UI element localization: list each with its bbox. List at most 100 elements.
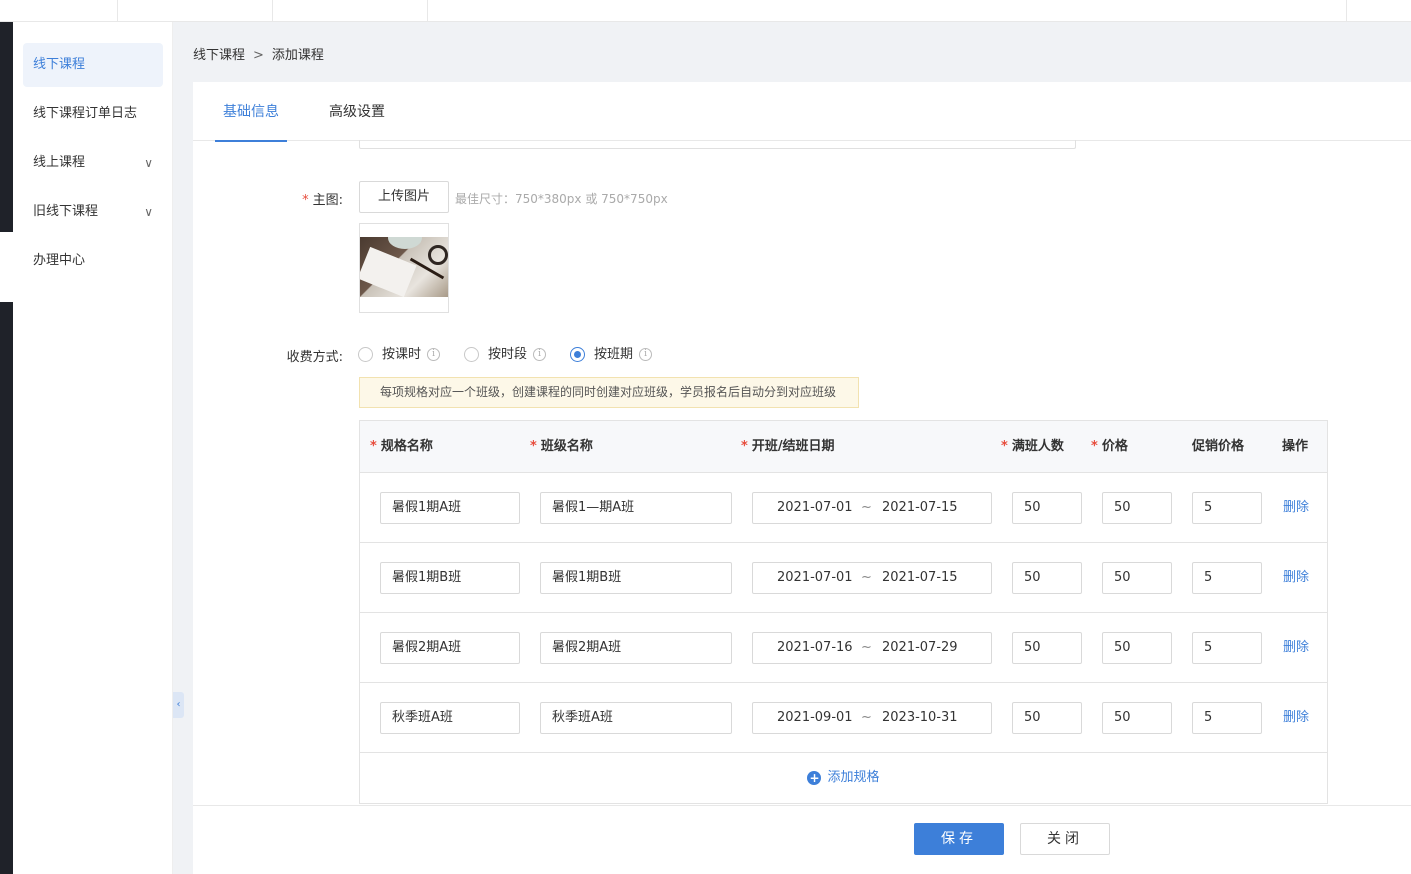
- radio-label: 按班期: [594, 347, 634, 362]
- header-dates: * 开班/结班日期: [741, 421, 835, 473]
- sidebar-item-service-center[interactable]: 办理中心: [23, 239, 163, 283]
- start-date: 2021-09-01: [777, 710, 853, 725]
- breadcrumb-current: 添加课程: [271, 48, 324, 63]
- delete-row-link[interactable]: 删除: [1283, 613, 1309, 683]
- radio-circle-checked: [570, 347, 585, 362]
- image-size-hint: 最佳尺寸：750*380px 或 750*750px: [455, 192, 668, 206]
- left-dark-strip: [0, 22, 13, 874]
- add-spec-row: + 添加规格: [360, 753, 1327, 803]
- table-row: 暑假1期B班 暑假1期B班 2021-07-01 ~ 2021-07-15 50…: [360, 543, 1327, 613]
- table-row: 暑假1期A班 暑假1—期A班 2021-07-01 ~ 2021-07-15 5…: [360, 473, 1327, 543]
- spec-name-input[interactable]: 暑假2期A班: [380, 632, 520, 664]
- main-image-label-text: 主图:: [312, 193, 343, 208]
- delete-row-link[interactable]: 删除: [1283, 543, 1309, 613]
- thumbnail-cup-shape: [388, 237, 422, 249]
- header-spec-name: * 规格名称: [370, 421, 433, 473]
- billing-notice: 每项规格对应一个班级，创建课程的同时创建对应班级，学员报名后自动分到对应班级: [359, 377, 859, 408]
- tab-advanced-settings[interactable]: 高级设置: [329, 82, 385, 141]
- promo-price-input[interactable]: 5: [1192, 702, 1262, 734]
- save-button[interactable]: 保存: [914, 823, 1004, 855]
- date-separator: ~: [861, 640, 872, 655]
- table-row: 暑假2期A班 暑假2期A班 2021-07-16 ~ 2021-07-29 50…: [360, 613, 1327, 683]
- date-separator: ~: [861, 570, 872, 585]
- spec-name-input[interactable]: 暑假1期B班: [380, 562, 520, 594]
- info-icon[interactable]: i: [533, 348, 547, 361]
- required-marker: *: [370, 439, 377, 454]
- spec-name-input[interactable]: 暑假1期A班: [380, 492, 520, 524]
- sidebar-item-offline-order-log[interactable]: 线下课程订单日志: [23, 92, 163, 136]
- date-range-picker[interactable]: 2021-07-16 ~ 2021-07-29: [752, 632, 992, 664]
- price-input[interactable]: 50: [1102, 492, 1172, 524]
- sidebar-item-online-courses[interactable]: 线上课程 ∨: [23, 141, 163, 185]
- delete-row-link[interactable]: 删除: [1283, 473, 1309, 543]
- add-spec-button[interactable]: + 添加规格: [807, 753, 880, 803]
- class-name-input[interactable]: 暑假2期A班: [540, 632, 732, 664]
- sidebar-item-label: 旧线下课程: [33, 204, 99, 219]
- spec-table-header: * 规格名称 * 班级名称 * 开班/结班日期 * 满班人数 * 价格 促销价格 操作: [360, 421, 1327, 473]
- header-text: 价格: [1101, 439, 1128, 454]
- radio-label: 按课时: [382, 347, 422, 362]
- sidebar-item-old-offline-courses[interactable]: 旧线下课程 ∨: [23, 190, 163, 234]
- sidebar-item-label: 线下课程: [33, 57, 86, 72]
- date-range-picker[interactable]: 2021-07-01 ~ 2021-07-15: [752, 492, 992, 524]
- header-text: 开班/结班日期: [751, 439, 835, 454]
- price-input[interactable]: 50: [1102, 562, 1172, 594]
- header-text: 满班人数: [1011, 439, 1064, 454]
- start-date: 2021-07-16: [777, 640, 853, 655]
- promo-price-input[interactable]: 5: [1192, 632, 1262, 664]
- date-separator: ~: [861, 500, 872, 515]
- spec-name-input[interactable]: 秋季班A班: [380, 702, 520, 734]
- capacity-input[interactable]: 50: [1012, 702, 1082, 734]
- add-spec-label: 添加规格: [827, 770, 880, 785]
- radio-per-period[interactable]: 按时段 i: [464, 345, 547, 365]
- price-input[interactable]: 50: [1102, 632, 1172, 664]
- spec-table: * 规格名称 * 班级名称 * 开班/结班日期 * 满班人数 * 价格 促销价格 操作 暑…: [359, 420, 1328, 804]
- sidebar-item-label: 线下课程订单日志: [33, 106, 138, 121]
- top-bar-divider: [117, 0, 118, 22]
- main-image-preview[interactable]: [359, 223, 449, 313]
- breadcrumb-parent[interactable]: 线下课程: [193, 48, 245, 63]
- date-separator: ~: [861, 710, 872, 725]
- class-name-input[interactable]: 秋季班A班: [540, 702, 732, 734]
- tab-basic-info[interactable]: 基础信息: [215, 82, 287, 142]
- end-date: 2021-07-29: [882, 640, 958, 655]
- delete-row-link[interactable]: 删除: [1283, 683, 1309, 753]
- sidebar-collapse-button[interactable]: ‹: [173, 692, 184, 718]
- header-text: 规格名称: [380, 439, 433, 454]
- capacity-input[interactable]: 50: [1012, 492, 1082, 524]
- form-card: 基础信息 高级设置 * 主图: 上传图片 最佳尺寸：750*380px 或 750…: [193, 82, 1411, 874]
- sidebar: 线下课程 线下课程订单日志 线上课程 ∨ 旧线下课程 ∨ 办理中心: [13, 22, 173, 874]
- previous-field-input[interactable]: [359, 140, 1076, 149]
- upload-image-button[interactable]: 上传图片: [359, 181, 449, 213]
- top-bar-divider: [272, 0, 273, 22]
- end-date: 2023-10-31: [882, 710, 958, 725]
- course-image-thumbnail: [360, 237, 448, 297]
- form-footer: 保存 关闭: [193, 805, 1411, 874]
- class-name-input[interactable]: 暑假1期B班: [540, 562, 732, 594]
- sidebar-item-offline-courses[interactable]: 线下课程: [23, 43, 163, 87]
- info-icon[interactable]: i: [427, 348, 441, 361]
- required-marker: *: [302, 193, 309, 208]
- breadcrumb: 线下课程 > 添加课程: [193, 44, 324, 63]
- class-name-input[interactable]: 暑假1—期A班: [540, 492, 732, 524]
- header-price: * 价格: [1091, 421, 1128, 473]
- promo-price-input[interactable]: 5: [1192, 492, 1262, 524]
- capacity-input[interactable]: 50: [1012, 632, 1082, 664]
- promo-price-input[interactable]: 5: [1192, 562, 1262, 594]
- date-range-picker[interactable]: 2021-09-01 ~ 2023-10-31: [752, 702, 992, 734]
- info-icon[interactable]: i: [639, 348, 653, 361]
- close-button[interactable]: 关闭: [1020, 823, 1110, 855]
- thumbnail-ring-shape: [428, 245, 448, 265]
- required-marker: *: [1091, 439, 1098, 454]
- header-actions: 操作: [1282, 439, 1309, 454]
- radio-per-lesson[interactable]: 按课时 i: [358, 345, 441, 365]
- price-input[interactable]: 50: [1102, 702, 1172, 734]
- thumbnail-paper-shape: [360, 246, 417, 297]
- radio-per-class-term[interactable]: 按班期 i: [570, 345, 653, 365]
- date-range-picker[interactable]: 2021-07-01 ~ 2021-07-15: [752, 562, 992, 594]
- chevron-down-icon: ∨: [144, 205, 153, 219]
- radio-label: 按时段: [488, 347, 528, 362]
- plus-circle-icon: +: [807, 770, 822, 785]
- left-strip-notch: [0, 232, 13, 302]
- capacity-input[interactable]: 50: [1012, 562, 1082, 594]
